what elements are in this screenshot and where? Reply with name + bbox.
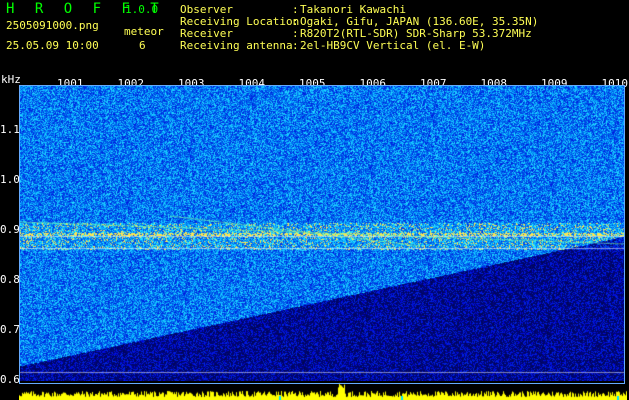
header-panel: H R O F F T 1.0.0 2505091000.png 25.05.0… (0, 0, 629, 76)
spectrogram-panel: kHz 1.1 1.0 0.9 0.8 0.7 0.6 1001 1002 1003 1004 1… (0, 73, 629, 400)
y-tick-label: 0.8 (0, 273, 20, 286)
y-tick-label: 1.0 (0, 173, 20, 186)
signal-level-strip (19, 381, 627, 400)
spectrogram-image (20, 86, 625, 384)
y-tick-label: 0.6 (0, 373, 20, 386)
meteor-count-value: 6 (139, 39, 146, 52)
image-filename: 2505091000.png (6, 19, 99, 32)
y-tick-label: 0.7 (0, 323, 20, 336)
y-tick-label: 1.1 (0, 123, 20, 136)
antenna-colon: : (292, 39, 299, 52)
antenna-value: 2el-HB9CV Vertical (el. E-W) (300, 39, 486, 52)
observation-datetime: 25.05.09 10:00 (6, 39, 99, 52)
antenna-label: Receiving antenna (180, 39, 293, 52)
app-version: 1.0.0 (125, 3, 159, 16)
y-tick-label: 0.9 (0, 223, 20, 236)
y-axis-unit: kHz (1, 73, 21, 86)
meteor-count-label: meteor (124, 25, 164, 38)
